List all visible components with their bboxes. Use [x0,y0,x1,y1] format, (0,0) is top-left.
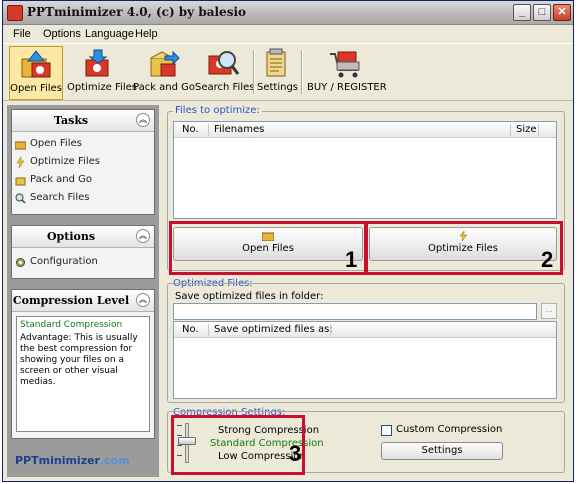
lightning-icon [16,157,25,168]
compression-level-name: Standard Compression [20,320,123,330]
column-no[interactable]: No. [182,124,199,135]
options-panel: Options ︽ Configuration [11,225,155,279]
title-bar[interactable]: PPTminimizer 4.0, (c) by balesio _ □ ✕ [3,1,573,25]
toolbar-search-files-label: Search Files [195,82,255,93]
task-open-files[interactable]: Open Files [12,136,154,154]
task-optimize-files[interactable]: Optimize Files [12,154,154,172]
optimize-files-icon [80,48,116,80]
highlight-box-compression [171,415,305,475]
save-folder-input[interactable] [173,303,537,320]
column-size[interactable]: Size [516,124,537,135]
column-filenames[interactable]: Filenames [214,124,264,135]
column-save-as[interactable]: Save optimized files as: [214,324,333,335]
compression-description-box: Standard Compression Advantage: This is … [16,316,150,432]
minimize-button[interactable]: _ [513,4,531,21]
option-configuration-label: Configuration [30,256,98,267]
toolbar-separator [253,50,255,94]
options-panel-header[interactable]: Options ︽ [12,226,154,248]
optimized-list-header: No. Save optimized files as: [174,322,556,338]
save-folder-label: Save optimized files in folder: [175,291,324,302]
menu-language[interactable]: Language [85,28,134,40]
gear-icon [16,258,25,267]
tasks-panel: Tasks ︽ Open Files Optimize Files Pack a… [11,109,155,215]
task-optimize-files-label: Optimize Files [30,156,100,167]
menu-options[interactable]: Options [43,28,81,40]
close-button[interactable]: ✕ [553,4,571,21]
toolbar-optimize-files-button[interactable]: Optimize Files [67,46,137,100]
open-files-icon [18,49,54,81]
task-pack-and-go[interactable]: Pack and Go [12,172,154,190]
browse-folder-button[interactable]: ... [541,303,557,319]
toolbar-pack-and-go-label: Pack and Go [133,82,196,93]
maximize-button[interactable]: □ [533,4,551,21]
compression-level-panel: Compression Level ︽ Standard Compression… [11,289,155,439]
settings-icon [259,48,295,80]
toolbar: Open Files Optimize Files Pack and Go Se… [3,43,573,101]
task-search-files-label: Search Files [30,192,90,203]
toolbar-buy-register-button[interactable]: BUY / REGISTER [307,46,387,100]
compression-level-panel-title: Compression Level [12,294,130,307]
right-pane: Files to optimize: No. Filenames Size Op… [163,105,569,479]
toolbar-search-files-button[interactable]: Search Files [195,46,255,100]
option-configuration[interactable]: Configuration [12,254,154,272]
files-to-optimize-label: Files to optimize: [173,105,262,116]
toolbar-buy-register-label: BUY / REGISTER [307,82,387,93]
toolbar-open-files-label: Open Files [10,83,62,94]
files-to-optimize-list[interactable]: No. Filenames Size [173,121,557,219]
highlight-box-optimize [365,221,563,275]
optimized-files-list[interactable]: No. Save optimized files as: [173,321,557,399]
left-pane: Tasks ︽ Open Files Optimize Files Pack a… [7,105,159,477]
compression-settings-button[interactable]: Settings [381,442,503,460]
task-pack-and-go-label: Pack and Go [30,174,93,185]
search-files-icon [205,48,241,80]
pptminimizer-logo: PPTminimizer.com [15,454,130,467]
collapse-chevron-icon[interactable]: ︽ [136,293,150,307]
toolbar-open-files-button[interactable]: Open Files [9,46,63,100]
search-icon [15,193,26,204]
toolbar-separator [301,50,303,94]
compression-level-panel-header[interactable]: Compression Level ︽ [12,290,154,312]
pack-and-go-icon [145,48,181,80]
menu-bar: File Options Language Help [3,26,573,43]
callout-1: 1 [345,247,358,272]
column-no[interactable]: No. [182,324,199,335]
custom-compression-checkbox[interactable] [381,425,392,436]
collapse-chevron-icon[interactable]: ︽ [136,229,150,243]
callout-2: 2 [541,247,554,272]
task-open-files-label: Open Files [30,138,82,149]
files-list-header: No. Filenames Size [174,122,556,138]
package-icon [15,177,26,186]
options-panel-title: Options [46,230,96,243]
tasks-panel-header[interactable]: Tasks ︽ [12,110,154,132]
compression-level-description: Advantage: This is usually the best comp… [20,333,138,387]
custom-compression-label: Custom Compression [396,424,503,435]
callout-3: 3 [289,441,302,466]
collapse-chevron-icon[interactable]: ︽ [136,113,150,127]
toolbar-settings-label: Settings [257,82,299,93]
toolbar-pack-and-go-button[interactable]: Pack and Go [133,46,196,100]
menu-help[interactable]: Help [135,28,158,40]
window-title: PPTminimizer 4.0, (c) by balesio [27,5,247,19]
shopping-cart-icon [328,48,364,80]
tasks-panel-title: Tasks [53,114,89,127]
toolbar-settings-button[interactable]: Settings [257,46,299,100]
folder-icon [15,141,26,150]
app-icon [7,5,23,21]
highlight-box-open [169,221,367,275]
menu-file[interactable]: File [13,28,31,40]
toolbar-optimize-files-label: Optimize Files [67,82,137,93]
task-search-files[interactable]: Search Files [12,190,154,208]
app-window: PPTminimizer 4.0, (c) by balesio _ □ ✕ F… [2,0,574,482]
